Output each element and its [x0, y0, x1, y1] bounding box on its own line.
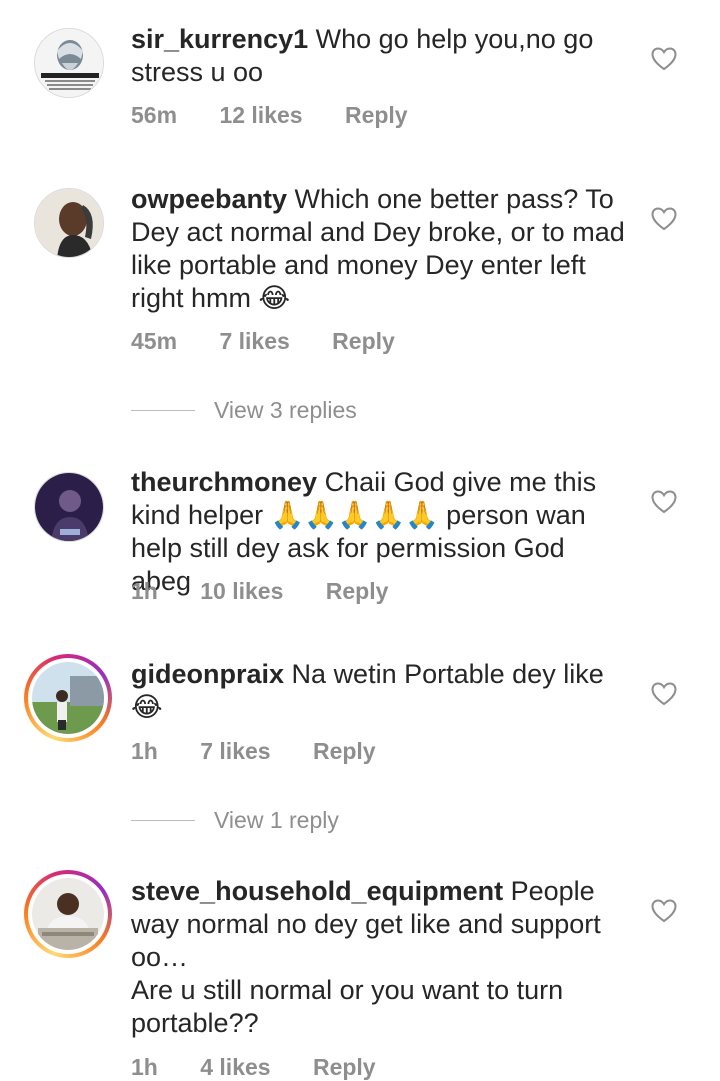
comment-body-line2: Are u still normal or you want to turn p…: [131, 975, 564, 1038]
comment-username[interactable]: sir_kurrency1: [131, 24, 308, 54]
comment-meta: 1h 7 likes Reply: [131, 738, 412, 765]
comment-likes[interactable]: 12 likes: [219, 102, 302, 128]
comment-username[interactable]: steve_household_equipment: [131, 876, 503, 906]
avatar-image: [35, 473, 103, 541]
comment-username[interactable]: gideonpraix: [131, 659, 284, 689]
view-replies-label[interactable]: View 3 replies: [214, 393, 357, 427]
comment-likes[interactable]: 7 likes: [219, 328, 289, 354]
avatar[interactable]: [34, 188, 104, 258]
avatar: [32, 878, 104, 950]
like-heart-icon[interactable]: [651, 47, 677, 71]
like-heart-icon[interactable]: [651, 207, 677, 231]
comment-text: sir_kurrency1 Who go help you,no go stre…: [131, 23, 631, 89]
comment-text: gideonpraix Na wetin Portable dey like 😂: [131, 658, 631, 724]
comment-time: 45m: [131, 328, 178, 354]
comment-line: steve_household_equipment People way nor…: [131, 875, 631, 974]
avatar-story-ring[interactable]: [24, 654, 112, 742]
comment-meta: 1h 4 likes Reply: [131, 1054, 412, 1081]
avatar-story-ring[interactable]: [24, 870, 112, 958]
avatar-image: [35, 189, 103, 257]
comment-username[interactable]: owpeebanty: [131, 184, 287, 214]
comment-text: steve_household_equipment People way nor…: [131, 875, 631, 1040]
reply-button[interactable]: Reply: [326, 578, 389, 604]
avatar-image: [32, 662, 104, 734]
avatar-ring-gap: [28, 874, 108, 954]
like-heart-icon[interactable]: [651, 490, 677, 514]
comment-likes[interactable]: 4 likes: [200, 1054, 270, 1080]
comment-text: owpeebanty Which one better pass? To Dey…: [131, 183, 631, 315]
reply-button[interactable]: Reply: [345, 102, 408, 128]
avatar[interactable]: [34, 472, 104, 542]
reply-button[interactable]: Reply: [313, 1054, 376, 1080]
comment-time: 1h: [131, 1054, 158, 1080]
like-heart-icon[interactable]: [651, 899, 677, 923]
comment-likes[interactable]: 7 likes: [200, 738, 270, 764]
comment-username[interactable]: theurchmoney: [131, 467, 317, 497]
avatar-image: [32, 878, 104, 950]
comment-time: 56m: [131, 102, 178, 128]
comment-likes[interactable]: 10 likes: [200, 578, 283, 604]
comment-meta: 1h 10 likes Reply: [131, 578, 424, 605]
like-heart-icon[interactable]: [651, 682, 677, 706]
avatar: [32, 662, 104, 734]
avatar[interactable]: [34, 28, 104, 98]
reply-button[interactable]: Reply: [332, 328, 395, 354]
comment-meta: 45m 7 likes Reply: [131, 328, 431, 355]
view-replies-label[interactable]: View 1 reply: [214, 803, 339, 837]
avatar-image: [35, 29, 103, 97]
comment-time: 1h: [131, 738, 158, 764]
comment-time: 1h: [131, 578, 158, 604]
comment-meta: 56m 12 likes Reply: [131, 102, 444, 129]
avatar-ring-gap: [28, 658, 108, 738]
divider: [131, 410, 195, 411]
divider: [131, 820, 195, 821]
reply-button[interactable]: Reply: [313, 738, 376, 764]
